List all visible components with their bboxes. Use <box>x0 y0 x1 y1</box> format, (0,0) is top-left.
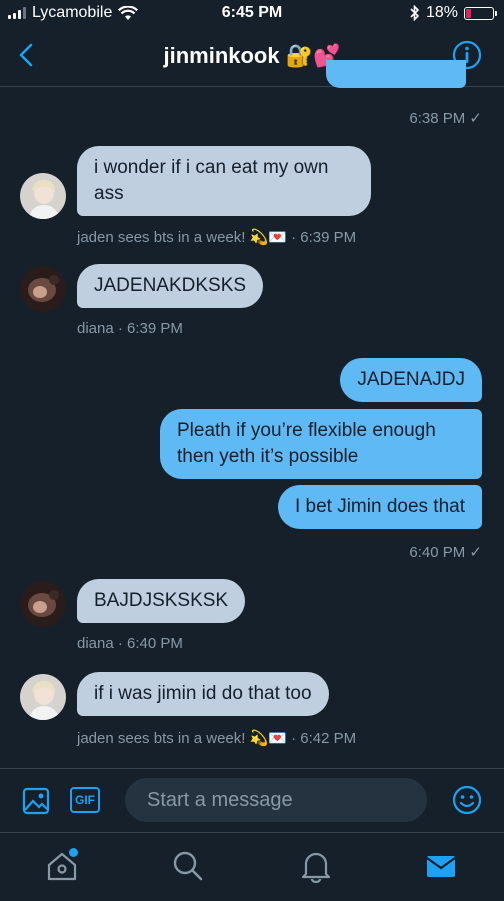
message-bubble-outgoing[interactable]: I bet Jimin does that <box>277 485 482 529</box>
battery-icon <box>464 6 497 20</box>
bluetooth-icon <box>410 5 420 21</box>
avatar-jaden[interactable] <box>20 173 66 219</box>
message-bubble-incoming[interactable]: BAJDJSKSKSK <box>77 579 246 623</box>
message-bubble-incoming[interactable]: if i was jimin id do that too <box>77 672 329 716</box>
image-icon[interactable] <box>22 787 50 815</box>
messages-envelope-icon[interactable] <box>424 849 458 883</box>
message-meta: jaden sees bts in a week! 💫💌 · 6:42 PM <box>77 730 357 747</box>
notification-dot <box>69 848 78 857</box>
message-bubble-incoming[interactable]: JADENAKDKSKS <box>77 264 264 308</box>
search-icon[interactable] <box>171 849 205 883</box>
notifications-bell-icon[interactable] <box>299 849 333 883</box>
battery-percent: 18% <box>425 4 458 21</box>
message-meta: diana · 6:39 PM <box>77 320 183 337</box>
message-bubble-outgoing[interactable]: Pleath if you’re flexible enough then ye… <box>160 409 482 479</box>
message-meta: diana · 6:40 PM <box>77 635 183 652</box>
avatar-jaden[interactable] <box>20 674 66 720</box>
tab-bar <box>0 832 504 901</box>
message-input[interactable]: Start a message <box>125 778 427 822</box>
message-bubble-outgoing[interactable]: JADENAJDJ <box>340 358 482 402</box>
message-bubble-incoming[interactable]: i wonder if i can eat my own ass <box>77 146 371 216</box>
message-timestamp: 6:38 PM ✓ <box>409 110 482 127</box>
status-bar: Lycamobile 6:45 PM 18% <box>0 0 504 26</box>
message-bubble-outgoing[interactable] <box>326 60 466 88</box>
avatar-diana[interactable] <box>20 266 66 312</box>
avatar-diana[interactable] <box>20 581 66 627</box>
compose-bar: GIF Start a message <box>0 768 504 833</box>
message-meta: jaden sees bts in a week! 💫💌 · 6:39 PM <box>77 229 357 246</box>
battery-fill <box>466 8 471 18</box>
message-timestamp: 6:40 PM ✓ <box>409 544 482 561</box>
gif-button[interactable]: GIF <box>70 787 100 813</box>
emoji-icon[interactable] <box>452 785 482 815</box>
